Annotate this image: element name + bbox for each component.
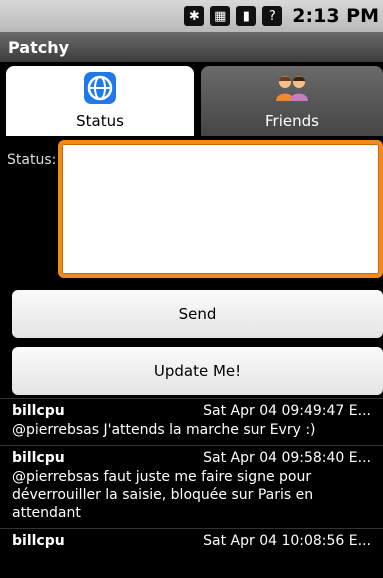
tab-status[interactable]: Status — [6, 66, 194, 136]
battery-icon: ? — [262, 6, 283, 26]
tab-friends[interactable]: Friends — [201, 66, 383, 136]
network-icon: ▦ — [210, 6, 231, 26]
tweet-time: Sat Apr 04 09:58:40 E... — [203, 450, 371, 466]
timeline-list: billcpu Sat Apr 04 09:49:47 E... @pierre… — [0, 398, 383, 555]
tab-status-label: Status — [76, 112, 124, 130]
tweet-user: billcpu — [12, 533, 65, 549]
list-item[interactable]: billcpu Sat Apr 04 10:08:56 E... — [0, 528, 383, 555]
tab-bar: Status Friends — [0, 62, 383, 138]
list-item[interactable]: billcpu Sat Apr 04 09:58:40 E... @pierre… — [0, 445, 383, 528]
status-label: Status: — [7, 152, 57, 168]
status-bar: ✱ ▦ ▮ ? 2:13 PM — [0, 0, 383, 32]
tab-friends-label: Friends — [265, 112, 319, 130]
tweet-user: billcpu — [12, 403, 65, 419]
send-button[interactable]: Send — [12, 290, 383, 338]
tweet-time: Sat Apr 04 10:08:56 E... — [203, 533, 371, 549]
globe-icon — [82, 70, 118, 106]
app-title: Patchy — [0, 32, 383, 62]
tweet-time: Sat Apr 04 09:49:47 E... — [203, 403, 371, 419]
status-input[interactable] — [58, 140, 383, 278]
clock: 2:13 PM — [292, 5, 379, 27]
tweet-text: @pierrebsas faut juste me faire signe po… — [12, 469, 314, 521]
people-icon — [274, 70, 310, 106]
tweet-text: @pierrebsas J'attends la marche sur Evry… — [12, 422, 316, 438]
bluetooth-icon: ✱ — [184, 6, 205, 26]
update-me-button[interactable]: Update Me! — [12, 347, 383, 395]
tweet-user: billcpu — [12, 450, 65, 466]
list-item[interactable]: billcpu Sat Apr 04 09:49:47 E... @pierre… — [0, 398, 383, 445]
signal-icon: ▮ — [236, 6, 257, 26]
